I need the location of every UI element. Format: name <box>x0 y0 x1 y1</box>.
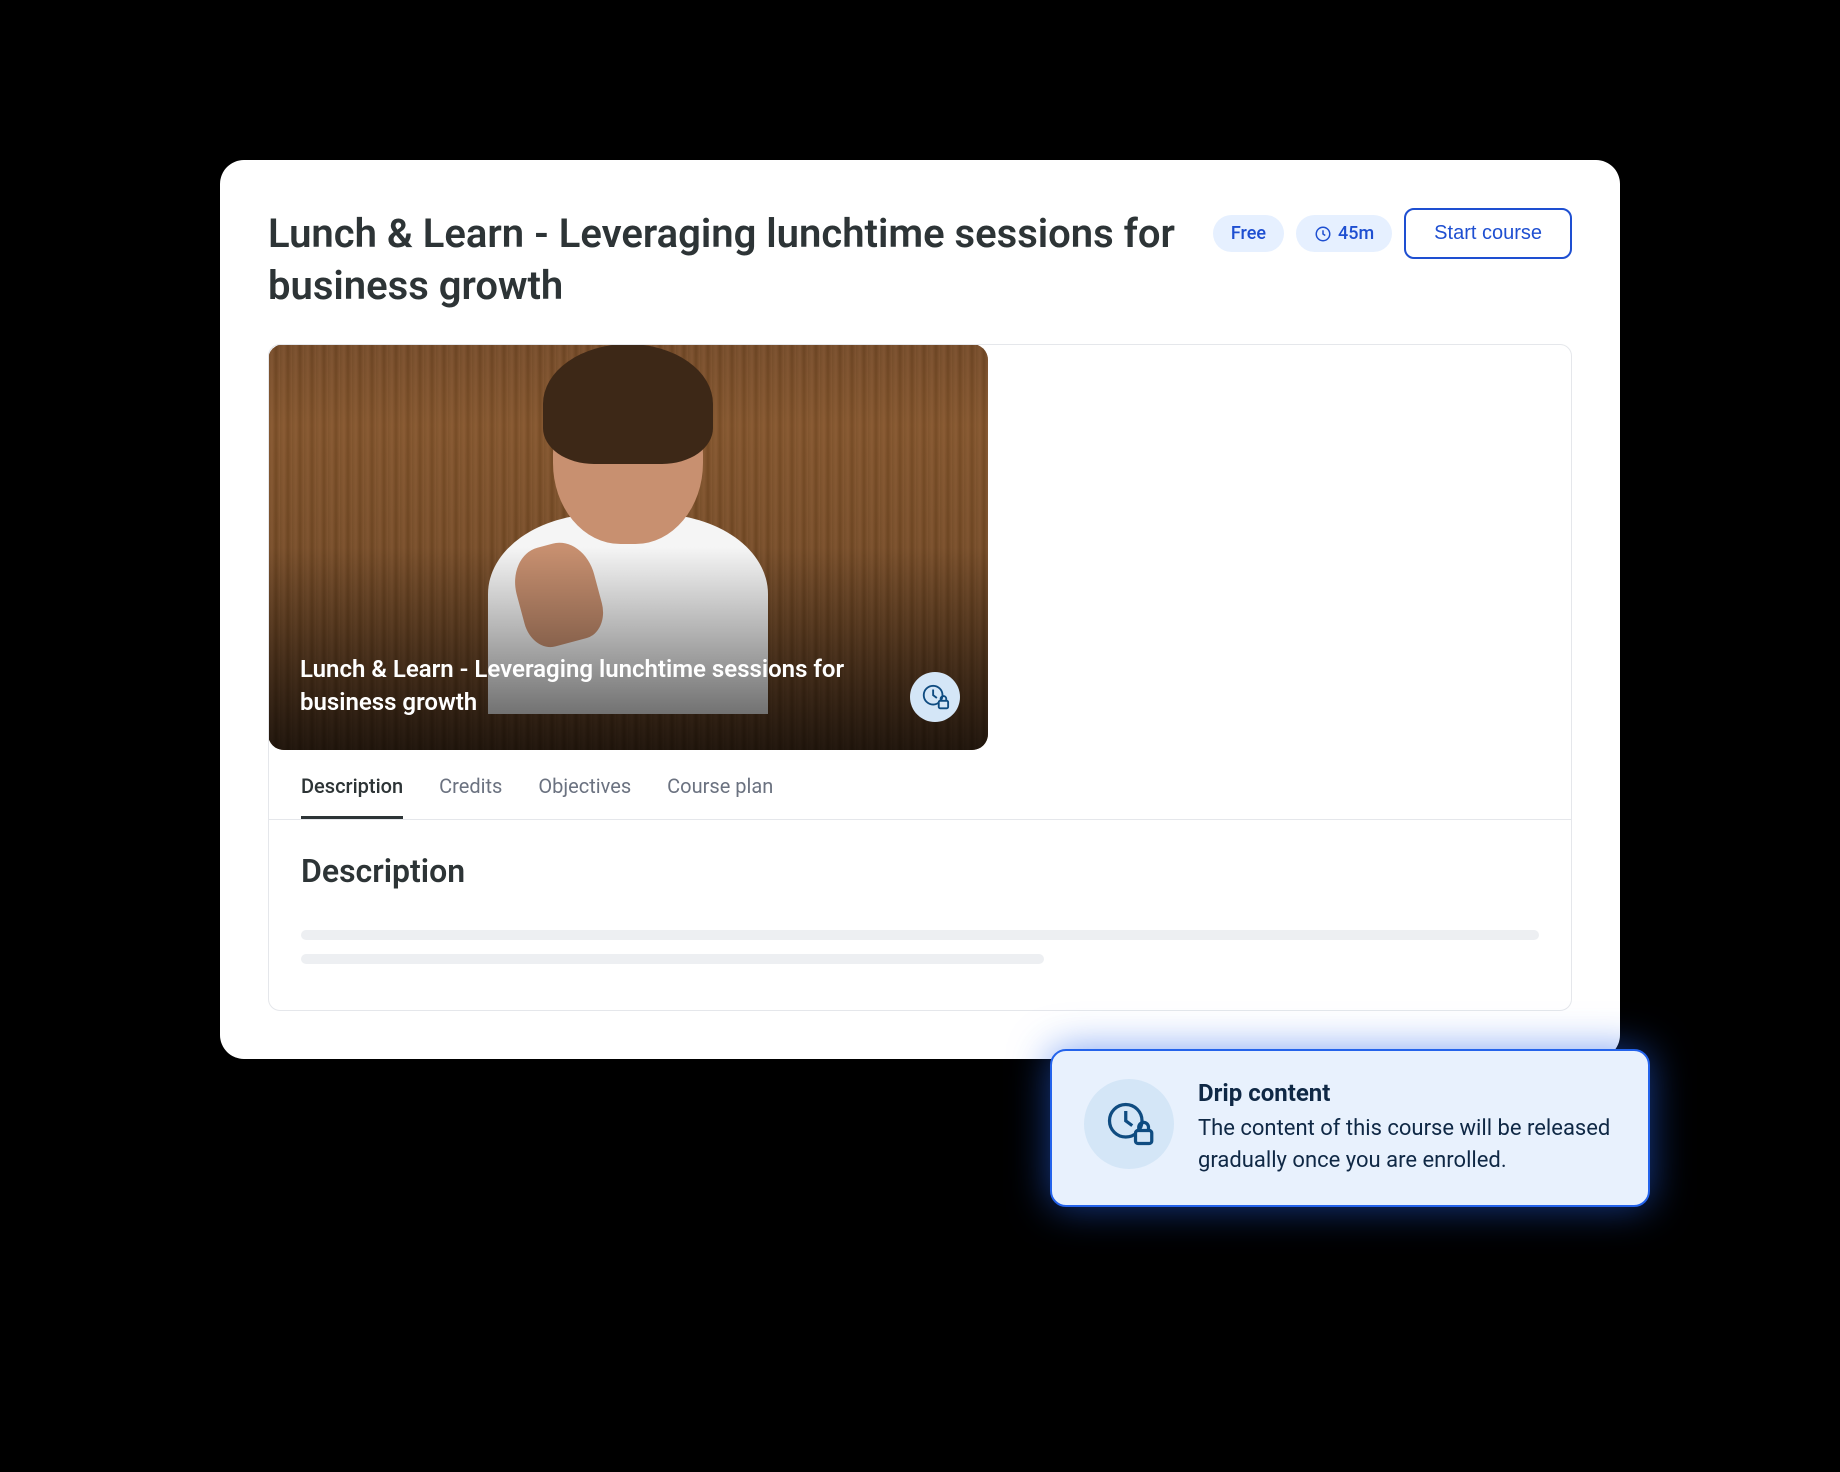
tabs: Description Credits Objectives Course pl… <box>269 750 1571 820</box>
header-actions: Free 45m Start course <box>1213 208 1572 259</box>
duration-badge: 45m <box>1296 215 1392 252</box>
callout-content: Drip content The content of this course … <box>1198 1079 1616 1177</box>
duration-badge-label: 45m <box>1338 223 1374 244</box>
section-body: Description <box>269 820 1571 1010</box>
tab-course-plan[interactable]: Course plan <box>667 774 773 819</box>
content-area: Lunch & Learn - Leveraging lunchtime ses… <box>268 344 1572 1011</box>
drip-lock-badge <box>910 672 960 722</box>
clock-icon <box>1314 225 1332 243</box>
price-badge-label: Free <box>1231 223 1266 244</box>
clock-lock-icon <box>1103 1098 1155 1150</box>
clock-lock-icon <box>920 682 950 712</box>
tab-credits[interactable]: Credits <box>439 774 502 819</box>
course-hero-image: Lunch & Learn - Leveraging lunchtime ses… <box>268 344 988 750</box>
tab-description[interactable]: Description <box>301 774 403 819</box>
course-header: Lunch & Learn - Leveraging lunchtime ses… <box>268 208 1572 312</box>
skeleton-line <box>301 930 1539 940</box>
callout-icon-wrap <box>1084 1079 1174 1169</box>
skeleton-line <box>301 954 1044 964</box>
hero-title: Lunch & Learn - Leveraging lunchtime ses… <box>300 653 868 718</box>
callout-title: Drip content <box>1198 1079 1616 1107</box>
callout-text: The content of this course will be relea… <box>1198 1113 1616 1177</box>
tab-objectives[interactable]: Objectives <box>538 774 631 819</box>
course-title: Lunch & Learn - Leveraging lunchtime ses… <box>268 208 1181 312</box>
course-card: Lunch & Learn - Leveraging lunchtime ses… <box>220 160 1620 1059</box>
drip-content-callout: Drip content The content of this course … <box>1050 1049 1650 1207</box>
start-course-label: Start course <box>1434 222 1542 244</box>
section-heading: Description <box>301 852 1539 890</box>
price-badge: Free <box>1213 215 1284 252</box>
start-course-button[interactable]: Start course <box>1404 208 1572 259</box>
